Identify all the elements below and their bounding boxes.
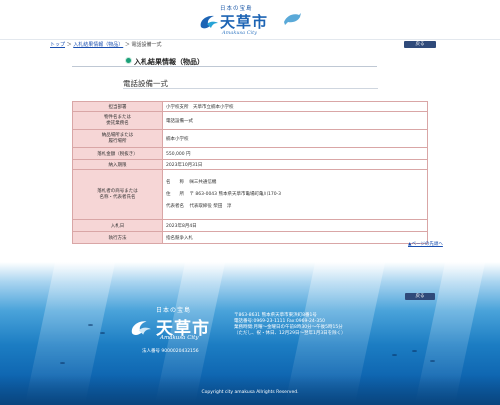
bid-result-table: 担当部署 小学校支所 天草市立楠本小学校 物件名または 委託業務名 電話設備一式… [72, 101, 428, 244]
row-value-bid-date: 2023年8月4日 [162, 219, 428, 232]
row-label-bid-date: 入札日 [72, 219, 163, 232]
table-row: 担当部署 小学校支所 天草市立楠本小学校 [72, 101, 428, 112]
back-button[interactable]: 戻る [404, 41, 436, 48]
footer-logo-tagline: 日本の宝島 [156, 307, 192, 314]
table-row: 納品場所または 履行場所 楠本小学校 [72, 129, 428, 148]
winner-rep: 代表取締役 柴田 淳 [189, 203, 232, 209]
fish-icon [100, 332, 105, 334]
row-label-winner: 落札者の商号または 名称・代表者氏名 [72, 169, 163, 220]
row-value-delivery-place: 楠本小学校 [162, 129, 428, 148]
site-logo[interactable]: 日本の宝島 天草市 Amakusa City [198, 4, 308, 37]
winner-name-label: 名 称 [166, 179, 184, 185]
winner-address-line: 住 所 〒 863-0043 熊本県天草市亀場町亀川170-3 [166, 189, 424, 201]
breadcrumb-bar: トップ ＞ 入札結果情報（物品） ＞ 電話設備一式 戻る [50, 40, 450, 50]
row-label-item-name: 物件名または 委託業務名 [72, 111, 163, 130]
fish-icon [430, 360, 435, 362]
table-row: 納入期限 2023年10月31日 [72, 159, 428, 170]
row-value-winner: 名 称 ㈱三共通信機 住 所 〒 863-0043 熊本県天草市亀場町亀川170… [162, 169, 428, 220]
item-title: 電話設備一式 [123, 79, 168, 88]
amakusa-mark-icon [200, 15, 218, 29]
fish-icon [392, 354, 397, 356]
row-label-department: 担当部署 [72, 101, 163, 112]
table-row: 落札金額（税抜き） 550,000 円 [72, 147, 428, 160]
logo-roman: Amakusa City [222, 30, 257, 36]
item-heading: 電話設備一式 [123, 77, 378, 89]
fish-icon [412, 350, 417, 352]
winner-address: 〒 863-0043 熊本県天草市亀場町亀川170-3 [189, 191, 282, 197]
section-title: 入札結果情報（物品） [134, 58, 204, 66]
row-value-method: 指名競争入札 [162, 231, 428, 244]
footer-address: 〒863-8631 熊本県天草市東浜町8番1号 電話番号:0969-23-111… [234, 313, 346, 337]
corporate-number: 法人番号 9000020432156 [142, 349, 199, 354]
amakusa-mark-icon [131, 321, 151, 336]
row-label-delivery-place: 納品場所または 履行場所 [72, 129, 163, 148]
row-value-award-amount: 550,000 円 [162, 147, 428, 160]
hours-note-line: （ただし、祝・休日、12月29日～翌年1月3日を除く） [234, 331, 346, 336]
footer-logo: 日本の宝島 天草市 Amakusa City 法人番号 900002043215… [128, 305, 238, 355]
winner-rep-line: 代表者名 代表取締役 柴田 淳 [166, 201, 424, 213]
table-row: 落札者の商号または 名称・代表者氏名 名 称 ㈱三共通信機 住 所 〒 863-… [72, 169, 428, 220]
breadcrumb-separator: ＞ [66, 42, 72, 48]
row-value-deadline: 2023年10月31日 [162, 159, 428, 170]
breadcrumb: トップ ＞ 入札結果情報（物品） ＞ 電話設備一式 [50, 41, 161, 48]
page-top-link[interactable]: ▲ページの先頭へ [408, 241, 443, 247]
table-row: 執行方法 指名競争入札 [72, 231, 428, 244]
dolphin-icon [284, 13, 301, 25]
winner-rep-label: 代表者名 [166, 203, 184, 209]
winner-address-label: 住 所 [166, 191, 184, 197]
row-label-award-amount: 落札金額（税抜き） [72, 147, 163, 160]
bullet-icon [126, 58, 131, 63]
site-header: 日本の宝島 天草市 Amakusa City [0, 0, 500, 40]
row-label-deadline: 納入期限 [72, 159, 163, 170]
breadcrumb-separator: ＞ [124, 42, 130, 48]
copyright: Copyright city amakusa Allrights Reserve… [201, 390, 299, 395]
fish-icon [60, 362, 65, 364]
logo-site-name: 天草市 [220, 13, 269, 31]
row-value-department: 小学校支所 天草市立楠本小学校 [162, 101, 428, 112]
breadcrumb-current: 電話設備一式 [131, 42, 162, 48]
table-row: 物件名または 委託業務名 電話設備一式 [72, 111, 428, 130]
section-heading: 入札結果情報（物品） [72, 55, 377, 67]
winner-name-line: 名 称 ㈱三共通信機 [166, 177, 424, 189]
fish-icon [88, 324, 93, 326]
footer-logo-roman: Amakusa City [160, 335, 199, 341]
footer-back-button[interactable]: 戻る [405, 293, 435, 300]
breadcrumb-link-bid-results[interactable]: 入札結果情報（物品） [73, 42, 123, 48]
table-row: 入札日 2023年8月4日 [72, 219, 428, 232]
row-label-method: 執行方法 [72, 231, 163, 244]
winner-name: ㈱三共通信機 [189, 179, 217, 185]
row-value-item-name: 電話設備一式 [162, 111, 428, 130]
site-footer: 戻る 日本の宝島 天草市 Amakusa City 法人番号 900002043… [0, 262, 500, 405]
breadcrumb-link-top[interactable]: トップ [50, 42, 65, 48]
